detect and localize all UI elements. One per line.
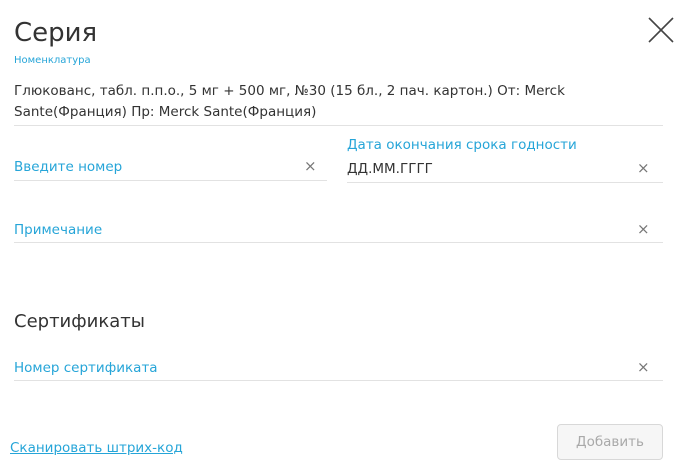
clear-number-icon[interactable]: × — [304, 157, 317, 175]
certificate-number-input[interactable]: Номер сертификата — [14, 360, 158, 376]
close-icon[interactable] — [646, 15, 675, 45]
note-underline — [14, 242, 663, 243]
expiry-underline — [347, 182, 663, 183]
number-underline — [14, 180, 327, 181]
scan-barcode-link[interactable]: Сканировать штрих-код — [10, 440, 183, 456]
certificate-underline — [14, 380, 663, 381]
clear-certificate-icon[interactable]: × — [637, 358, 650, 376]
clear-expiry-icon[interactable]: × — [637, 159, 650, 177]
series-number-input[interactable]: Введите номер — [14, 159, 122, 175]
nomenclature-label: Номенклатура — [14, 55, 91, 66]
add-button[interactable]: Добавить — [557, 424, 663, 460]
divider — [14, 125, 663, 126]
nomenclature-value: Глюкованс, табл. п.п.о., 5 мг + 500 мг, … — [14, 83, 565, 120]
expiry-date-input[interactable]: ДД.ММ.ГГГГ — [347, 161, 433, 177]
expiry-date-label: Дата окончания срока годности — [347, 137, 577, 153]
note-input[interactable]: Примечание — [14, 222, 102, 238]
certificates-title: Сертификаты — [14, 311, 145, 332]
clear-note-icon[interactable]: × — [637, 220, 650, 238]
dialog-title: Серия — [14, 18, 98, 48]
